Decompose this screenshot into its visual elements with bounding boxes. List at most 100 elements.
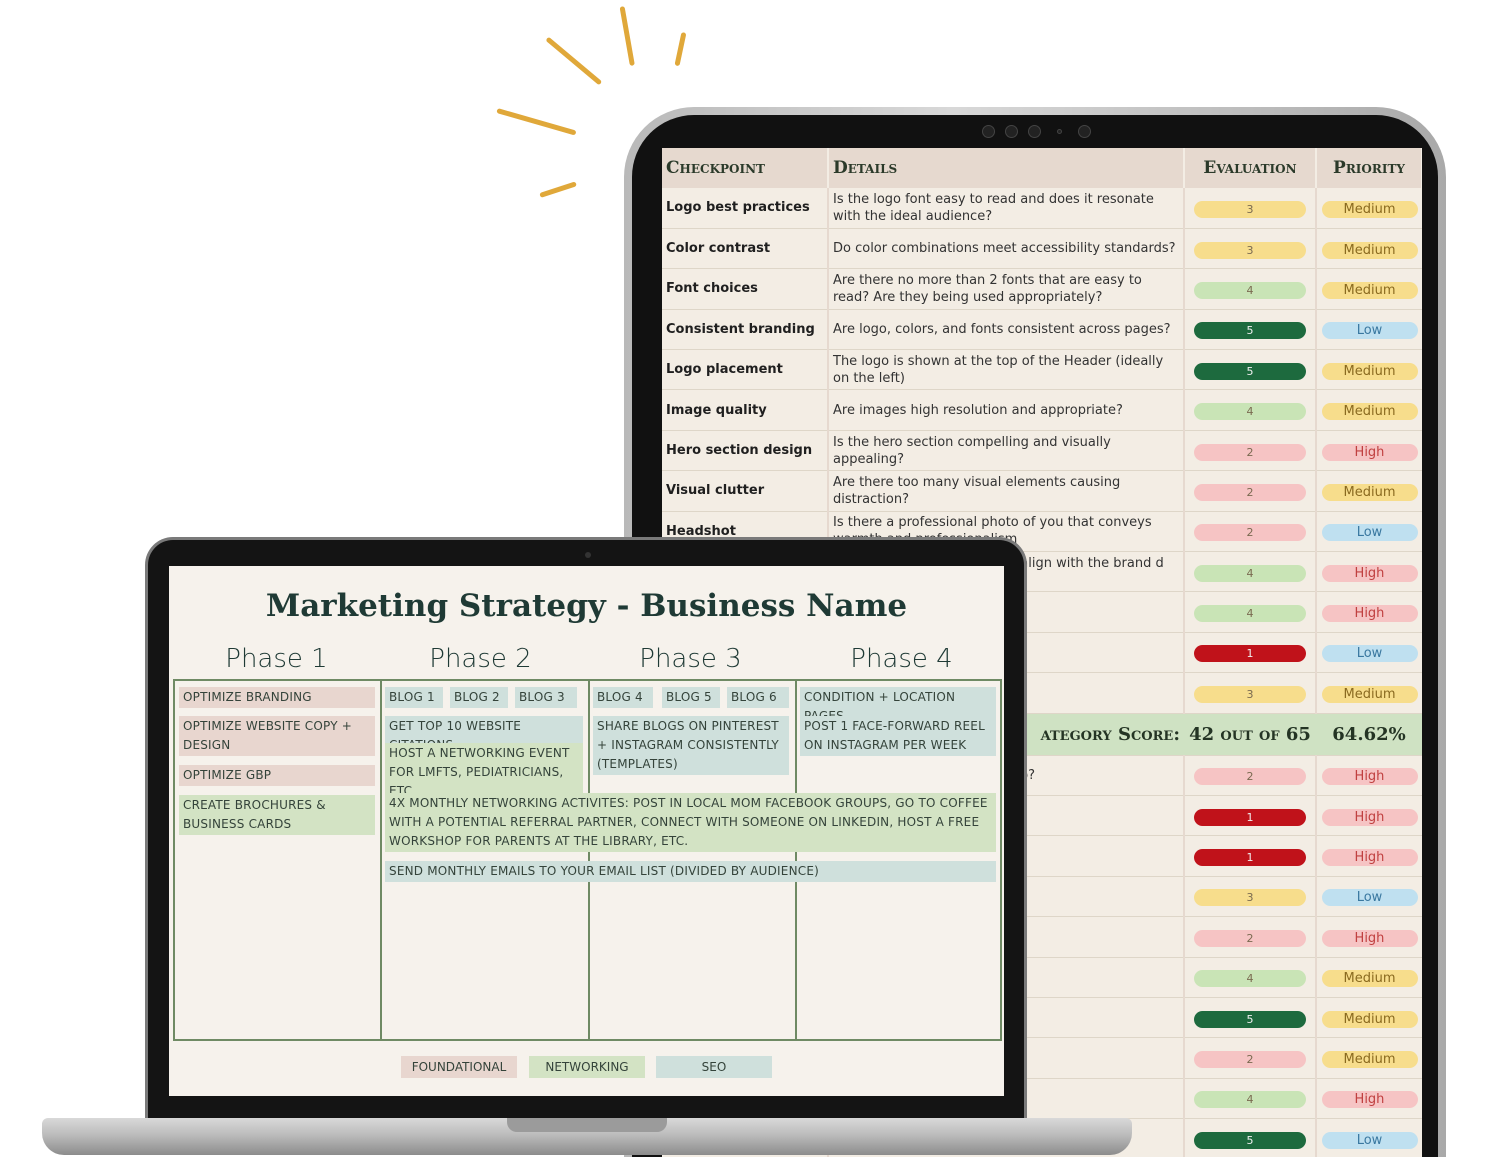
priority-cell[interactable]: High — [1315, 1078, 1422, 1120]
evaluation-cell[interactable]: 5 — [1183, 349, 1316, 391]
score-value: 42 out of 65 — [1184, 713, 1316, 756]
phase-4-heading: Phase 4 — [850, 644, 953, 674]
evaluation-cell[interactable]: 5 — [1183, 997, 1316, 1039]
sunburst-ray — [674, 31, 687, 67]
evaluation-pill: 1 — [1194, 645, 1306, 663]
table-row: Image quality Are images high resolution … — [662, 389, 1422, 431]
priority-cell[interactable]: Medium — [1315, 268, 1422, 310]
checkpoint-cell: Color contrast — [662, 228, 828, 270]
evaluation-cell[interactable]: 4 — [1183, 957, 1316, 998]
evaluation-cell[interactable]: 2 — [1183, 511, 1316, 553]
evaluation-cell[interactable]: 1 — [1183, 632, 1316, 674]
task-card[interactable]: Blog 1 — [385, 687, 443, 708]
priority-pill: Medium — [1321, 200, 1418, 218]
evaluation-cell[interactable]: 4 — [1183, 389, 1316, 431]
priority-cell[interactable]: High — [1315, 591, 1422, 633]
evaluation-cell[interactable]: 3 — [1183, 672, 1316, 714]
evaluation-cell[interactable]: 4 — [1183, 591, 1316, 633]
table-row: Hero section design Is the hero section c… — [662, 430, 1422, 472]
evaluation-cell[interactable]: 2 — [1183, 916, 1316, 958]
evaluation-cell[interactable]: 4 — [1183, 1078, 1316, 1120]
priority-pill: Medium — [1321, 403, 1418, 421]
priority-cell[interactable]: Medium — [1315, 349, 1422, 391]
evaluation-cell[interactable]: 5 — [1183, 1118, 1316, 1157]
table-row: Font choices Are there no more than 2 fon… — [662, 268, 1422, 310]
table-row: Visual clutter Are there too many visual … — [662, 470, 1422, 512]
evaluation-pill: 4 — [1194, 970, 1306, 988]
sunburst-ray — [619, 6, 635, 67]
checkpoint-cell: Hero section design — [662, 430, 828, 472]
priority-pill: Medium — [1321, 1010, 1418, 1028]
checkpoint-cell: Consistent branding — [662, 309, 828, 351]
priority-cell[interactable]: Low — [1315, 511, 1422, 553]
priority-pill: Medium — [1321, 685, 1418, 703]
priority-pill: Medium — [1321, 970, 1418, 988]
evaluation-pill: 2 — [1194, 768, 1306, 786]
evaluation-pill: 4 — [1194, 281, 1306, 299]
priority-pill: Low — [1321, 322, 1418, 340]
priority-cell[interactable]: Low — [1315, 1118, 1422, 1157]
checkpoint-cell: Visual clutter — [662, 470, 828, 512]
priority-cell[interactable]: Medium — [1315, 957, 1422, 998]
task-card[interactable]: Create brochures & business cards — [179, 795, 375, 835]
evaluation-pill: 4 — [1194, 403, 1306, 421]
details-cell: The logo is shown at the top of the Head… — [827, 349, 1184, 391]
task-card[interactable]: Optimize website copy + design — [179, 716, 375, 756]
priority-cell[interactable]: Low — [1315, 632, 1422, 674]
checkpoint-cell: Logo best practices — [662, 188, 828, 229]
priority-cell[interactable]: Medium — [1315, 470, 1422, 512]
task-card[interactable]: 4x monthly networking activites: post in… — [385, 793, 996, 852]
priority-cell[interactable]: High — [1315, 795, 1422, 837]
priority-cell[interactable]: High — [1315, 916, 1422, 958]
evaluation-cell[interactable]: 1 — [1183, 795, 1316, 837]
evaluation-pill: 3 — [1194, 685, 1306, 703]
evaluation-cell[interactable]: 2 — [1183, 1037, 1316, 1079]
priority-pill: Medium — [1321, 281, 1418, 299]
sunburst-ray — [539, 181, 577, 198]
priority-cell[interactable]: High — [1315, 755, 1422, 796]
task-card[interactable]: Post 1 face-forward reel on Instagram pe… — [800, 716, 996, 756]
priority-cell[interactable]: Low — [1315, 876, 1422, 918]
evaluation-cell[interactable]: 3 — [1183, 876, 1316, 918]
priority-cell[interactable]: Medium — [1315, 389, 1422, 431]
evaluation-pill: 4 — [1194, 1091, 1306, 1109]
task-card[interactable]: Blog 2 — [450, 687, 508, 708]
evaluation-pill: 3 — [1194, 241, 1306, 259]
priority-cell[interactable]: Medium — [1315, 672, 1422, 714]
phase-3-heading: Phase 3 — [639, 644, 742, 674]
task-card[interactable]: Blog 3 — [515, 687, 577, 708]
table-row: Logo placement The logo is shown at the t… — [662, 349, 1422, 391]
evaluation-cell[interactable]: 2 — [1183, 430, 1316, 472]
task-card[interactable]: Optimize GBP — [179, 765, 375, 786]
evaluation-cell[interactable]: 3 — [1183, 228, 1316, 270]
task-card[interactable]: Blog 6 — [727, 687, 789, 708]
table-row: Logo best practices Is the logo font easy… — [662, 188, 1422, 229]
legend-networking: Networking — [529, 1056, 645, 1078]
evaluation-cell[interactable]: 4 — [1183, 268, 1316, 310]
details-cell: Are there no more than 2 fonts that are … — [827, 268, 1184, 310]
priority-pill: Low — [1321, 645, 1418, 663]
priority-cell[interactable]: Medium — [1315, 1037, 1422, 1079]
evaluation-cell[interactable]: 2 — [1183, 470, 1316, 512]
priority-cell[interactable]: High — [1315, 835, 1422, 877]
task-card[interactable]: Blog 5 — [662, 687, 720, 708]
evaluation-cell[interactable]: 3 — [1183, 188, 1316, 229]
evaluation-cell[interactable]: 1 — [1183, 835, 1316, 877]
task-card[interactable]: Share blogs on Pinterest + Instagram con… — [593, 716, 789, 775]
evaluation-pill: 4 — [1194, 564, 1306, 582]
priority-cell[interactable]: Medium — [1315, 997, 1422, 1039]
task-card[interactable]: Blog 4 — [593, 687, 653, 708]
evaluation-cell[interactable]: 5 — [1183, 309, 1316, 351]
task-card[interactable]: Send monthly emails to your email list (… — [385, 861, 996, 882]
evaluation-pill: 5 — [1194, 1131, 1306, 1149]
evaluation-cell[interactable]: 2 — [1183, 755, 1316, 796]
priority-cell[interactable]: Medium — [1315, 228, 1422, 270]
priority-cell[interactable]: Medium — [1315, 188, 1422, 229]
table-row: Color contrast Do color combinations meet… — [662, 228, 1422, 270]
evaluation-cell[interactable]: 4 — [1183, 551, 1316, 593]
priority-cell[interactable]: High — [1315, 430, 1422, 472]
details-cell: Are logo, colors, and fonts consistent a… — [827, 309, 1184, 351]
priority-cell[interactable]: Low — [1315, 309, 1422, 351]
task-card[interactable]: Optimize Branding — [179, 687, 375, 708]
priority-cell[interactable]: High — [1315, 551, 1422, 593]
